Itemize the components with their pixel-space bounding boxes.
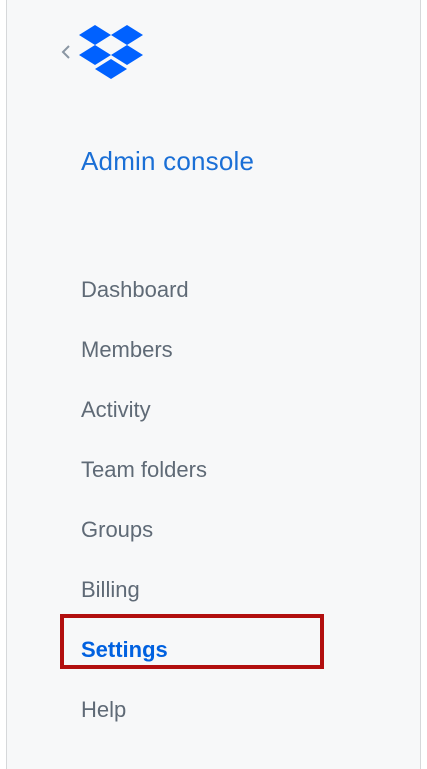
sidebar-item-settings[interactable]: Settings (81, 620, 207, 680)
sidebar-item-activity[interactable]: Activity (81, 380, 207, 440)
sidebar-item-help[interactable]: Help (81, 680, 207, 740)
sidebar-nav: Dashboard Members Activity Team folders … (81, 260, 207, 740)
admin-sidebar: Admin console Dashboard Members Activity… (6, 0, 421, 769)
chevron-left-icon[interactable] (57, 25, 75, 79)
dropbox-logo-icon[interactable] (79, 25, 143, 79)
admin-console-title[interactable]: Admin console (81, 146, 254, 177)
sidebar-item-billing[interactable]: Billing (81, 560, 207, 620)
sidebar-item-members[interactable]: Members (81, 320, 207, 380)
brand-row (57, 25, 143, 79)
sidebar-item-groups[interactable]: Groups (81, 500, 207, 560)
sidebar-item-team-folders[interactable]: Team folders (81, 440, 207, 500)
sidebar-item-dashboard[interactable]: Dashboard (81, 260, 207, 320)
